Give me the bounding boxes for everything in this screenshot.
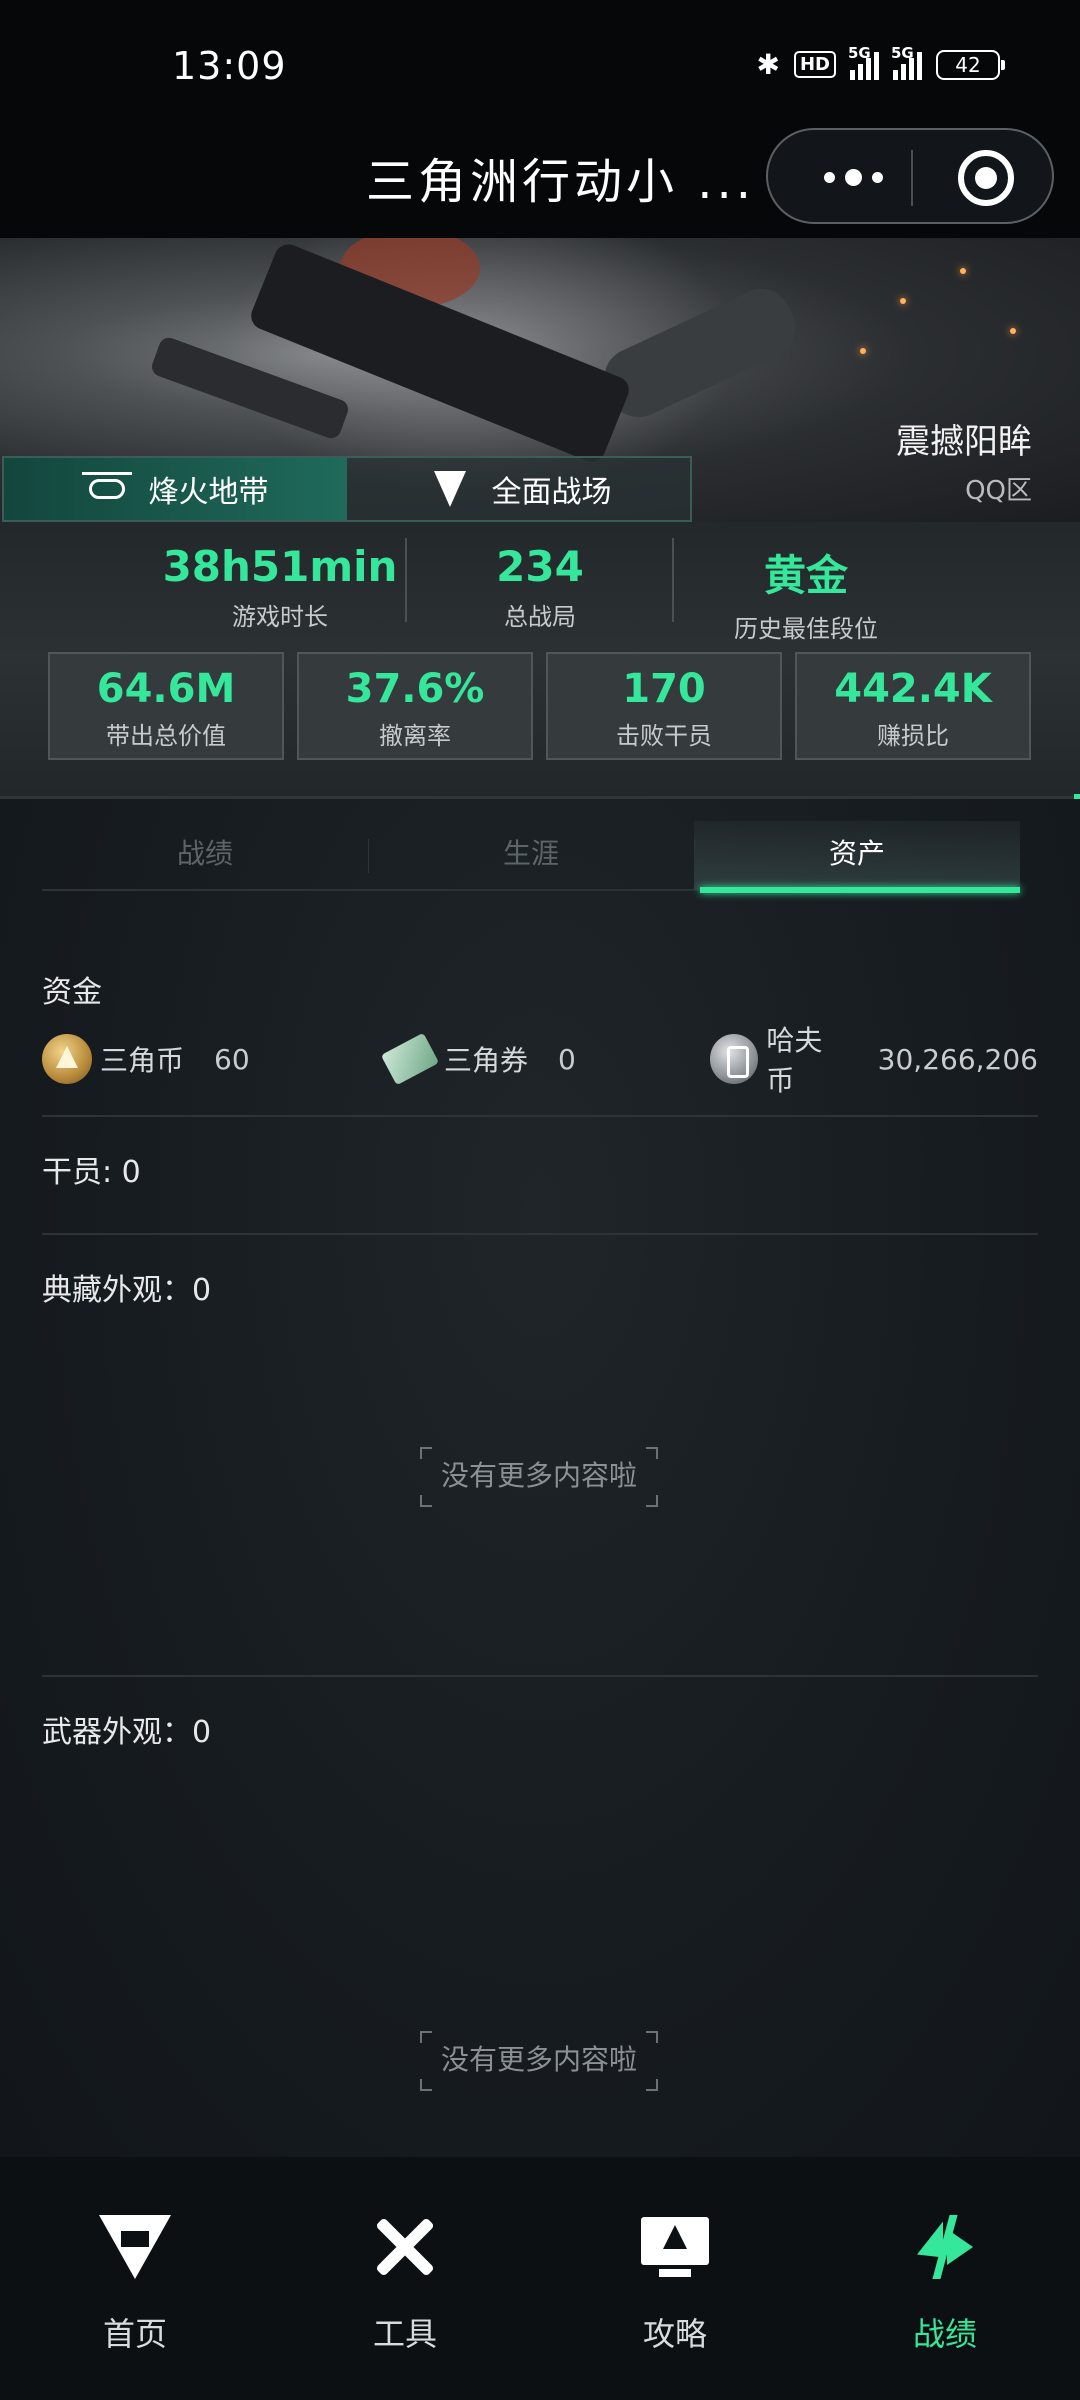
bluetooth-icon: ✱: [756, 48, 780, 81]
stat-divider: [405, 538, 407, 622]
currency-delta-coin: 三角币 60: [42, 1031, 250, 1087]
currency-value: 60: [214, 1042, 250, 1076]
currency-value: 30,266,206: [877, 1042, 1038, 1076]
nav-label: 攻略: [642, 2315, 707, 2353]
currency-name: 哈夫币: [766, 1024, 823, 1097]
signal-icon-1: 5G: [848, 44, 879, 80]
wing-emblem-icon: [426, 469, 474, 509]
title-bar: 三角洲行动小 ...: [0, 100, 1080, 240]
more-dots-icon[interactable]: [808, 152, 898, 202]
bottom-navigation: 首页 工具 攻略 战绩: [0, 2157, 1080, 2400]
tab-hazard-zone[interactable]: 烽火地带: [4, 458, 347, 520]
status-time: 13:09: [172, 44, 287, 88]
stat-divider: [672, 538, 674, 622]
player-name: 震撼阳眸: [896, 422, 1032, 462]
target-close-icon[interactable]: [958, 150, 1014, 206]
mode-tabs: 烽火地带 全面战场: [2, 456, 692, 522]
capsule-divider: [911, 150, 913, 206]
section-divider: [42, 1233, 1038, 1235]
stats-panel: 38h51min 游戏时长 234 总战局 黄金 历史最佳段位 64.6M 带出…: [0, 522, 1080, 796]
records-icon: [909, 2211, 981, 2283]
collection-skins-count: 典藏外观：0: [42, 1273, 212, 1308]
currency-value: 0: [558, 1042, 576, 1076]
stat-operators-killed: 170 击败干员: [546, 652, 782, 760]
haf-coin-icon: [710, 1034, 759, 1084]
nav-tools[interactable]: 工具: [270, 2157, 540, 2400]
currency-haf-coin: 哈夫币 30,266,206: [710, 1024, 1038, 1097]
signal-icon-2: 5G: [891, 44, 922, 80]
weapon-empty-notice: 没有更多内容啦: [420, 2031, 658, 2091]
helicopter-icon: [81, 469, 132, 509]
stat-best-rank: 黄金 历史最佳段位: [734, 551, 878, 643]
section-divider: [42, 1675, 1038, 1677]
player-region: QQ区: [965, 476, 1032, 506]
currency-name: 三角币: [100, 1044, 185, 1077]
tools-icon: [369, 2211, 441, 2283]
funds-title: 资金: [42, 975, 102, 1010]
stat-extraction-rate: 37.6% 撤离率: [297, 652, 533, 760]
page-title: 三角洲行动小 ...: [366, 154, 756, 210]
guide-monitor-icon: [639, 2211, 711, 2283]
tab-assets[interactable]: 资产: [694, 821, 1020, 893]
mini-program-capsule: [766, 128, 1054, 224]
nav-label: 战绩: [912, 2315, 977, 2353]
status-icons: ✱ HD 5G 5G 42: [756, 44, 1005, 81]
tab-full-battlefield[interactable]: 全面战场: [347, 458, 690, 520]
nav-guides[interactable]: 攻略: [540, 2157, 810, 2400]
currency-row: 三角币 60 三角券 0 哈夫币 30,266,206: [42, 1024, 1038, 1097]
stat-extracted-value: 64.6M 带出总价值: [48, 652, 284, 760]
nav-label: 首页: [102, 2315, 167, 2353]
section-divider: [42, 1115, 1038, 1117]
collection-empty-notice: 没有更多内容啦: [420, 1447, 658, 1507]
stat-profit-loss-ratio: 442.4K 赚损比: [795, 652, 1031, 760]
sub-tabs: 战绩 生涯 资产: [42, 821, 1020, 893]
tab-label: 烽火地带: [148, 475, 269, 510]
hd-voice-icon: HD: [793, 51, 836, 78]
nav-home[interactable]: 首页: [0, 2157, 270, 2400]
tab-records[interactable]: 战绩: [42, 821, 368, 889]
tab-career[interactable]: 生涯: [368, 821, 694, 889]
currency-name: 三角券: [444, 1044, 529, 1077]
assets-content: 战绩 生涯 资产 资金 三角币 60 三角券 0 哈夫币 30,266,206 …: [0, 799, 1080, 2157]
currency-delta-ticket: 三角券 0: [380, 1031, 576, 1087]
stat-total-matches: 234 总战局: [496, 542, 584, 631]
stat-playtime: 38h51min 游戏时长: [162, 542, 398, 631]
delta-ticket-icon: [380, 1032, 440, 1086]
tab-label: 全面战场: [491, 475, 612, 510]
weapon-skins-count: 武器外观：0: [42, 1715, 212, 1750]
delta-coin-icon: [42, 1034, 92, 1084]
nav-records[interactable]: 战绩: [810, 2157, 1080, 2400]
home-logo-icon: [99, 2211, 171, 2283]
operators-count: 干员: 0: [42, 1155, 141, 1190]
battery-icon: 42: [936, 49, 1005, 80]
nav-label: 工具: [372, 2315, 437, 2353]
